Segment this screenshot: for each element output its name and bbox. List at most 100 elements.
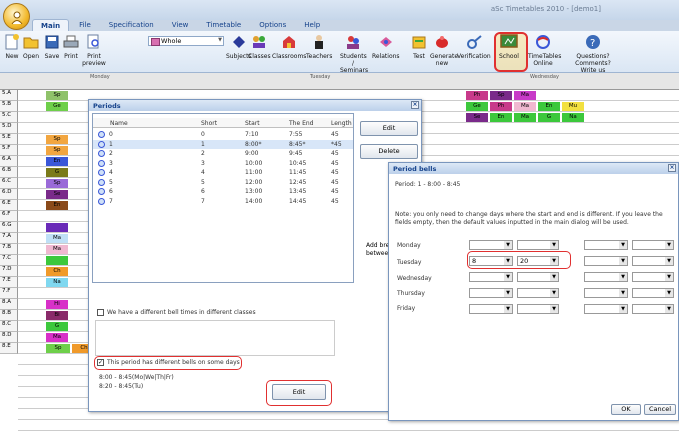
row-label[interactable]: 6.C [0,178,18,189]
row-label[interactable]: 8.C [0,321,18,332]
bell-time-select[interactable]: ▼ [584,304,628,314]
relations-button[interactable]: Relations [372,33,400,60]
different-days-checkbox[interactable]: ✓ [97,359,104,366]
row-label[interactable]: 6.E [0,200,18,211]
lesson-card[interactable]: Ma [514,91,536,100]
period-row[interactable]: 4 4 11:00 11:45 45 [93,168,353,177]
bell-time-select[interactable]: ▼ [632,304,674,314]
bell-time-select[interactable]: ▼ [469,304,513,314]
students-button[interactable]: Students / Seminars [340,33,368,74]
lesson-card[interactable] [46,256,68,265]
lesson-card[interactable]: Ma [46,234,68,243]
row-label[interactable]: 5.A [0,90,18,101]
bell-time-select[interactable]: ▼ [584,240,628,250]
bell-time-select[interactable]: ▼ [584,288,628,298]
lesson-card[interactable]: Ma [514,113,536,122]
lesson-card[interactable]: Ch [46,267,68,276]
bell-time-select[interactable]: ▼ [469,240,513,250]
lesson-card[interactable]: Sp [46,146,68,155]
lesson-card[interactable]: Sp [490,91,512,100]
row-label[interactable]: 8.A [0,299,18,310]
row-label[interactable]: 7.C [0,255,18,266]
lesson-card[interactable]: En [46,157,68,166]
app-menu-orb[interactable] [3,3,30,30]
classes-button[interactable]: Classes [248,33,271,60]
lesson-card[interactable]: Sp [46,344,70,353]
classrooms-button[interactable]: Classrooms [272,33,306,60]
row-label[interactable]: 6.F [0,211,18,222]
lesson-card[interactable]: Ge [46,102,68,111]
lesson-card[interactable]: Sp [46,179,68,188]
row-label[interactable]: 6.B [0,167,18,178]
bell-time-select[interactable]: ▼ [517,288,559,298]
lesson-card[interactable]: Na [562,113,584,122]
period-row[interactable]: 2 2 9:00 9:45 45 [93,149,353,158]
row-label[interactable]: 5.F [0,145,18,156]
lesson-card[interactable]: Ph [490,102,512,111]
bell-time-select[interactable]: ▼ [632,288,674,298]
lesson-card[interactable]: En [490,113,512,122]
timetables-online-button[interactable]: TimeTables Online [528,33,561,67]
lesson-card[interactable]: En [46,201,68,210]
period-row[interactable]: 7 7 14:00 14:45 45 [93,197,353,206]
lesson-card[interactable]: G [46,168,68,177]
row-label[interactable]: 5.E [0,134,18,145]
row-label[interactable]: 5.D [0,123,18,134]
lesson-card[interactable]: Ma [46,245,68,254]
row-label[interactable]: 8.E [0,343,18,354]
bell-time-select[interactable]: ▼ [469,272,513,282]
close-icon[interactable]: × [411,101,419,109]
print-button[interactable]: Print [62,33,80,60]
lesson-card[interactable] [46,223,68,232]
lesson-card[interactable]: En [538,102,560,111]
questions-button[interactable]: ? Questions? Comments? Write us [572,33,614,74]
row-label[interactable]: 7.D [0,266,18,277]
lesson-card[interactable]: Ma [514,102,536,111]
lesson-card[interactable]: G [46,322,68,331]
period-row[interactable]: 1 1 8:00* 8:45* *45 [93,139,353,149]
lesson-card[interactable]: Hi [46,300,68,309]
bell-time-select[interactable]: 20 ▼ [517,256,559,266]
bell-time-select[interactable]: ▼ [517,304,559,314]
bell-time-select[interactable]: ▼ [584,272,628,282]
bell-time-select[interactable]: ▼ [517,240,559,250]
new-button[interactable]: New [3,33,21,60]
generate-new-button[interactable]: Generate new [430,33,458,67]
period-row[interactable]: 0 0 7:10 7:55 45 [93,130,353,139]
row-label[interactable]: 5.B [0,101,18,112]
bell-time-select[interactable]: ▼ [632,240,674,250]
row-label[interactable]: 7.B [0,244,18,255]
period-row[interactable]: 3 3 10:00 10:45 45 [93,159,353,168]
row-label[interactable]: 6.G [0,222,18,233]
teachers-button[interactable]: Teachers [306,33,332,60]
period-row[interactable]: 5 5 12:00 12:45 45 [93,178,353,187]
row-label[interactable]: 7.F [0,288,18,299]
row-label[interactable]: 8.D [0,332,18,343]
periods-edit-button[interactable]: Edit [360,121,418,136]
periods-delete-button[interactable]: Delete [360,144,418,159]
row-label[interactable]: 6.D [0,189,18,200]
lesson-card[interactable]: Se [466,113,488,122]
lesson-card[interactable]: Ph [466,91,488,100]
open-button[interactable]: Open [22,33,40,60]
row-label[interactable]: 5.C [0,112,18,123]
bell-time-select[interactable]: ▼ [517,272,559,282]
lesson-card[interactable]: Sp [46,91,68,100]
bells-edit-button[interactable]: Edit [272,384,326,400]
bell-time-select[interactable]: ▼ [584,256,628,266]
lesson-card[interactable]: Ge [466,102,488,111]
lesson-card[interactable]: Sp [46,135,68,144]
lesson-card[interactable]: Ma [46,333,68,342]
bell-time-select[interactable]: ▼ [632,256,674,266]
cancel-button[interactable]: Cancel [644,404,676,415]
bell-time-select[interactable]: ▼ [632,272,674,282]
print-preview-button[interactable]: Print preview [82,33,106,67]
verification-button[interactable]: Verification [457,33,491,60]
row-label[interactable]: 7.A [0,233,18,244]
test-button[interactable]: Test [410,33,428,60]
row-label[interactable]: 8.B [0,310,18,321]
save-button[interactable]: Save [43,33,61,60]
bell-time-select[interactable]: 8 ▼ [469,256,513,266]
different-bell-checkbox[interactable] [97,309,104,316]
lesson-card[interactable]: G [538,113,560,122]
